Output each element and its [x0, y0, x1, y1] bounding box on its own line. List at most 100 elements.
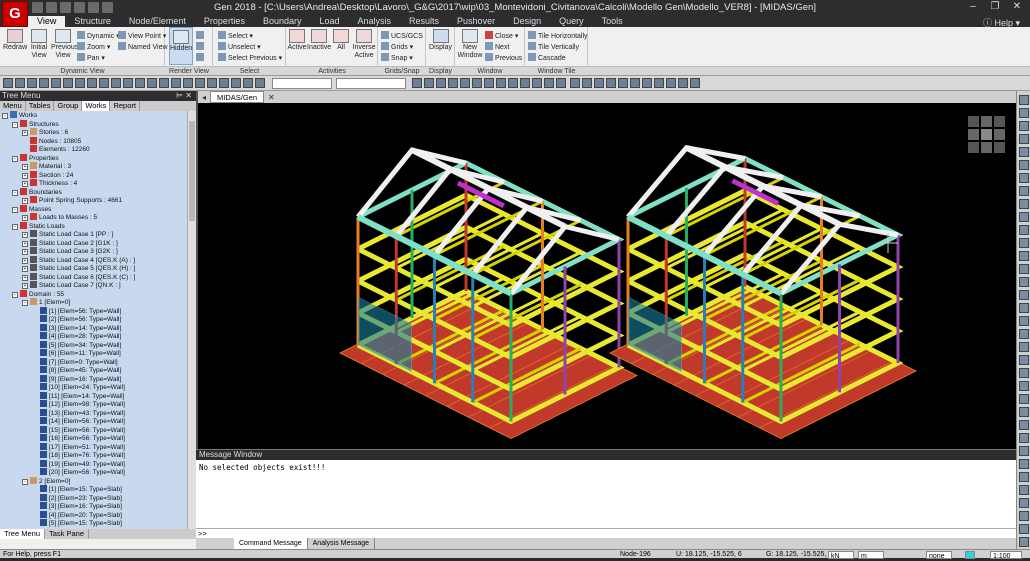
collapse-icon[interactable]: − — [12, 189, 18, 196]
toolbar-tool-icon[interactable] — [472, 78, 482, 88]
tree-item[interactable]: [14] [Elem=56: Type=Wall] — [0, 417, 187, 426]
close-window-button[interactable]: Close ▾ — [485, 31, 518, 41]
tree-scrollbar-thumb[interactable] — [189, 121, 195, 221]
toolbar-tool-icon[interactable] — [666, 78, 676, 88]
tree-scrollbar[interactable] — [187, 111, 196, 529]
previous-view-button[interactable]: Previous View — [51, 27, 78, 60]
side-tool-icon[interactable] — [1019, 381, 1029, 391]
tree-item[interactable]: Nodes : 10805 — [0, 136, 187, 146]
toolbar-tool-icon[interactable] — [159, 78, 169, 88]
collapse-icon[interactable]: − — [12, 121, 18, 128]
command-input[interactable]: >> — [196, 528, 1016, 538]
tab-tables[interactable]: Tables — [26, 101, 55, 111]
tree-item[interactable]: [2] [Elem=23: Type=Slab] — [0, 493, 187, 503]
toolbar-tool-icon[interactable] — [532, 78, 542, 88]
expand-icon[interactable]: + — [22, 232, 28, 238]
toolbar-tool-icon[interactable] — [496, 78, 506, 88]
tree-item[interactable]: + Static Load Case 7 [QN.K : ] — [0, 281, 187, 290]
menu-results[interactable]: Results — [400, 16, 448, 27]
inactive-button[interactable]: Inactive — [307, 27, 331, 52]
side-tool-icon[interactable] — [1019, 251, 1029, 261]
tree-item[interactable]: [9] [Elem=16: Type=Wall] — [0, 374, 187, 384]
expand-icon[interactable]: + — [22, 181, 28, 187]
tab-works[interactable]: Works — [82, 101, 111, 111]
tree-item[interactable]: [6] [Elem=11: Type=Wall] — [0, 349, 187, 358]
tile-horizontally-button[interactable]: Tile Horizontally — [528, 31, 588, 41]
named-view-button[interactable]: Named View — [118, 42, 168, 52]
side-tool-icon[interactable] — [1019, 238, 1029, 248]
expand-icon[interactable]: + — [22, 198, 28, 204]
pan-button[interactable]: Pan ▾ — [77, 53, 105, 63]
tree-item[interactable]: [3] [Elem=16: Type=Slab] — [0, 502, 187, 511]
toolbar-tool-icon[interactable] — [51, 78, 61, 88]
collapse-icon[interactable]: − — [22, 300, 28, 306]
toolbar-tool-icon[interactable] — [654, 78, 664, 88]
side-tool-icon[interactable] — [1019, 108, 1029, 118]
expand-icon[interactable]: + — [22, 164, 28, 170]
side-tool-icon[interactable] — [1019, 459, 1029, 469]
tree-item[interactable]: [16] [Elem=56: Type=Wall] — [0, 434, 187, 443]
toolbar-tool-icon[interactable] — [171, 78, 181, 88]
tree-item[interactable]: − Boundaries — [0, 187, 187, 197]
tree-item[interactable]: + Static Load Case 5 [QES.K (H) : ] — [0, 264, 187, 273]
model-viewport[interactable] — [198, 103, 1016, 449]
tree-item[interactable]: [19] [Elem=49: Type=Wall] — [0, 459, 187, 469]
tree-item[interactable]: [20] [Elem=56: Type=Wall] — [0, 468, 187, 477]
tree-item[interactable]: − 2 [Elem=0] — [0, 476, 187, 486]
toolbar-tool-icon[interactable] — [556, 78, 566, 88]
collapse-icon[interactable]: − — [22, 478, 28, 485]
tree-item[interactable]: + Static Load Case 1 [PP : ] — [0, 230, 187, 239]
tree-item[interactable]: − Static Loads — [0, 221, 187, 231]
toolbar-tool-icon[interactable] — [570, 78, 580, 88]
all-button[interactable]: All — [333, 27, 349, 52]
redraw-button[interactable]: Redraw — [3, 27, 27, 52]
close-button[interactable]: ✕ — [1006, 0, 1028, 14]
zoom-button[interactable]: Zoom ▾ — [77, 42, 110, 52]
toolbar-tool-icon[interactable] — [606, 78, 616, 88]
tree-item[interactable]: + Point Spring Supports : 4661 — [0, 196, 187, 205]
expand-icon[interactable]: + — [22, 249, 28, 255]
tree-item[interactable]: [1] [Elem=15: Type=Slab] — [0, 485, 187, 494]
toolbar-tool-icon[interactable] — [424, 78, 434, 88]
tree-item[interactable]: + Loads to Masses : 5 — [0, 213, 187, 222]
tab-tree-menu[interactable]: Tree Menu — [0, 529, 45, 539]
tree-item[interactable]: Elements : 12260 — [0, 145, 187, 154]
expand-icon[interactable]: + — [22, 240, 28, 247]
toolbar-tool-icon[interactable] — [135, 78, 145, 88]
side-tool-icon[interactable] — [1019, 186, 1029, 196]
menu-analysis[interactable]: Analysis — [349, 16, 401, 27]
tree-item[interactable]: − Masses — [0, 204, 187, 214]
tree-item[interactable]: − Domain : 55 — [0, 289, 187, 299]
toolbar-tool-icon[interactable] — [231, 78, 241, 88]
tree-item[interactable]: [15] [Elem=56: Type=Wall] — [0, 425, 187, 435]
menu-properties[interactable]: Properties — [195, 16, 254, 27]
tab-report[interactable]: Report — [110, 101, 140, 111]
toolbar-tool-icon[interactable] — [99, 78, 109, 88]
toolbar-dropdown-1[interactable] — [272, 78, 332, 89]
side-tool-icon[interactable] — [1019, 316, 1029, 326]
pin-icon[interactable]: ⊨ ✕ — [176, 91, 192, 101]
tree-item[interactable]: [4] [Elem=20: Type=Slab] — [0, 510, 187, 520]
inverse-active-button[interactable]: Inverse Active — [351, 27, 377, 60]
tree-item[interactable]: + Section : 24 — [0, 170, 187, 180]
side-tool-icon[interactable] — [1019, 342, 1029, 352]
toolbar-tool-icon[interactable] — [15, 78, 25, 88]
side-tool-icon[interactable] — [1019, 277, 1029, 287]
restore-button[interactable]: ❐ — [984, 0, 1006, 14]
side-tool-icon[interactable] — [1019, 537, 1029, 547]
tab-command-message[interactable]: Command Message — [234, 538, 308, 549]
new-window-button[interactable]: New Window — [457, 27, 483, 60]
tab-group[interactable]: Group — [54, 101, 83, 111]
side-tool-icon[interactable] — [1019, 303, 1029, 313]
hidden-button[interactable]: Hidden — [169, 27, 193, 65]
menu-structure[interactable]: Structure — [65, 16, 120, 27]
tree-item[interactable]: [10] [Elem=24: Type=Wall] — [0, 383, 187, 392]
expand-icon[interactable]: + — [22, 257, 28, 264]
side-tool-icon[interactable] — [1019, 394, 1029, 404]
tree-item[interactable]: + Stories : 6 — [0, 128, 187, 137]
toolbar-tool-icon[interactable] — [3, 78, 13, 88]
menu-node-element[interactable]: Node/Element — [120, 16, 195, 27]
grids-button[interactable]: Grids ▾ — [381, 42, 413, 52]
toolbar-tool-icon[interactable] — [63, 78, 73, 88]
tree-item[interactable]: [5] [Elem=15: Type=Slab] — [0, 519, 187, 528]
